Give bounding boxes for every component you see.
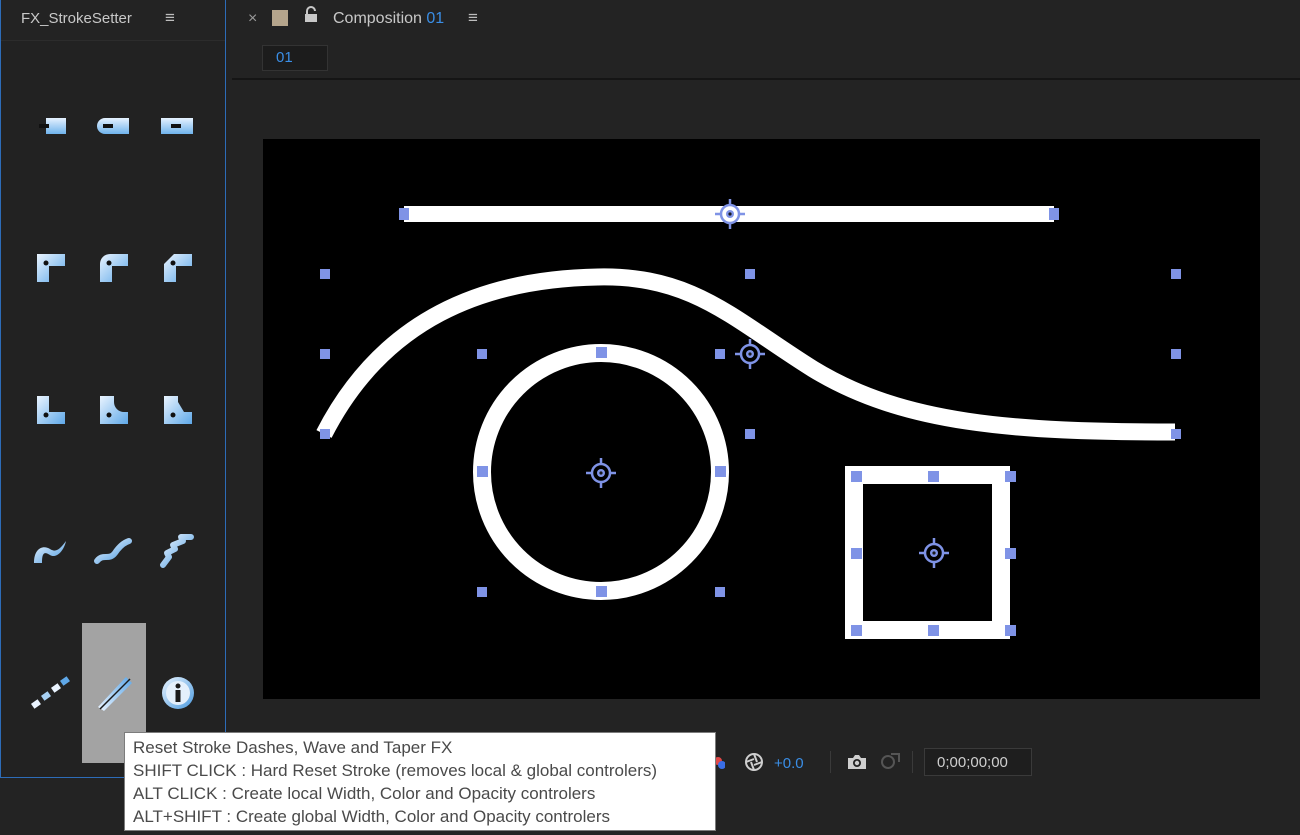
close-icon[interactable]: × <box>248 10 257 28</box>
lock-icon[interactable] <box>304 6 318 24</box>
square-stroke[interactable] <box>845 466 1010 639</box>
inner-round-icon <box>100 396 128 424</box>
join-round-button[interactable] <box>82 236 146 300</box>
cap-square-icon <box>161 118 193 134</box>
wave-stroke-icon <box>94 538 132 564</box>
canvas-artwork <box>316 197 1181 639</box>
hamburger-icon[interactable]: ≡ <box>468 8 478 28</box>
inner-miter-icon <box>37 396 65 424</box>
tooltip-line: ALT+SHIFT : Create global Width, Color a… <box>133 807 610 826</box>
camera-icon[interactable] <box>846 753 868 776</box>
composition-title-text: Composition <box>333 10 422 27</box>
tooltip-line: SHIFT CLICK : Hard Reset Stroke (removes… <box>133 761 658 780</box>
join-miter-button[interactable] <box>19 236 83 300</box>
anchor-point-icon[interactable] <box>584 456 618 490</box>
show-snapshot-icon[interactable] <box>879 751 901 776</box>
cap-square-button[interactable] <box>145 94 209 158</box>
join-round-icon <box>100 254 128 282</box>
inner-bevel-button[interactable] <box>146 378 210 442</box>
inner-bevel-icon <box>164 396 192 424</box>
inner-round-button[interactable] <box>82 378 146 442</box>
taper-stroke-icon <box>34 541 66 563</box>
reset-stroke-icon <box>98 677 132 711</box>
taper-stroke-button[interactable] <box>18 519 82 583</box>
composition-title[interactable]: Composition 01 <box>333 10 444 28</box>
app-window: FX_StrokeSetter ≡ × Composition 01 ≡ 01 … <box>0 0 1300 835</box>
cap-butt-icon <box>39 118 66 134</box>
anchor-point-icon[interactable] <box>713 197 747 231</box>
zigzag-stroke-icon <box>160 534 194 568</box>
timecode-display[interactable]: 0;00;00;00 <box>924 748 1032 776</box>
tooltip: Reset Stroke Dashes, Wave and Taper FX S… <box>124 732 716 831</box>
join-bevel-button[interactable] <box>146 236 210 300</box>
divider <box>912 751 913 773</box>
dashes-button[interactable] <box>18 661 82 725</box>
exposure-value[interactable]: +0.0 <box>774 755 804 772</box>
path-handle[interactable] <box>1049 208 1059 220</box>
cap-round-icon <box>97 118 129 134</box>
composition-title-number: 01 <box>426 10 445 27</box>
panel-title: FX_StrokeSetter <box>21 10 132 27</box>
wave-stroke-button[interactable] <box>81 519 145 583</box>
info-button[interactable] <box>146 661 210 725</box>
anchor-point-icon[interactable] <box>917 536 951 570</box>
composition-breadcrumb[interactable]: 01 <box>262 45 328 71</box>
join-miter-icon <box>37 254 65 282</box>
composition-canvas[interactable] <box>263 139 1260 699</box>
divider <box>232 78 1300 80</box>
path-handle[interactable] <box>399 208 409 220</box>
hamburger-icon[interactable]: ≡ <box>165 8 175 28</box>
composition-tab: × Composition 01 ≡ <box>232 0 1300 40</box>
label-color-swatch[interactable] <box>272 10 288 26</box>
cap-round-button[interactable] <box>81 94 145 158</box>
divider <box>830 751 831 773</box>
info-icon <box>162 677 194 709</box>
join-bevel-icon <box>164 254 192 282</box>
exposure-icon[interactable] <box>744 752 764 777</box>
strokesetter-panel: FX_StrokeSetter ≡ <box>0 0 226 778</box>
dashes-icon <box>31 676 70 709</box>
zigzag-stroke-button[interactable] <box>145 519 209 583</box>
cap-butt-button[interactable] <box>21 94 85 158</box>
color-channels-icon[interactable] <box>714 753 726 771</box>
inner-miter-button[interactable] <box>19 378 83 442</box>
tooltip-line: Reset Stroke Dashes, Wave and Taper FX <box>133 738 453 757</box>
panel-header: FX_StrokeSetter ≡ <box>1 0 225 41</box>
tool-grid <box>1 41 225 777</box>
tooltip-line: ALT CLICK : Create local Width, Color an… <box>133 784 596 803</box>
